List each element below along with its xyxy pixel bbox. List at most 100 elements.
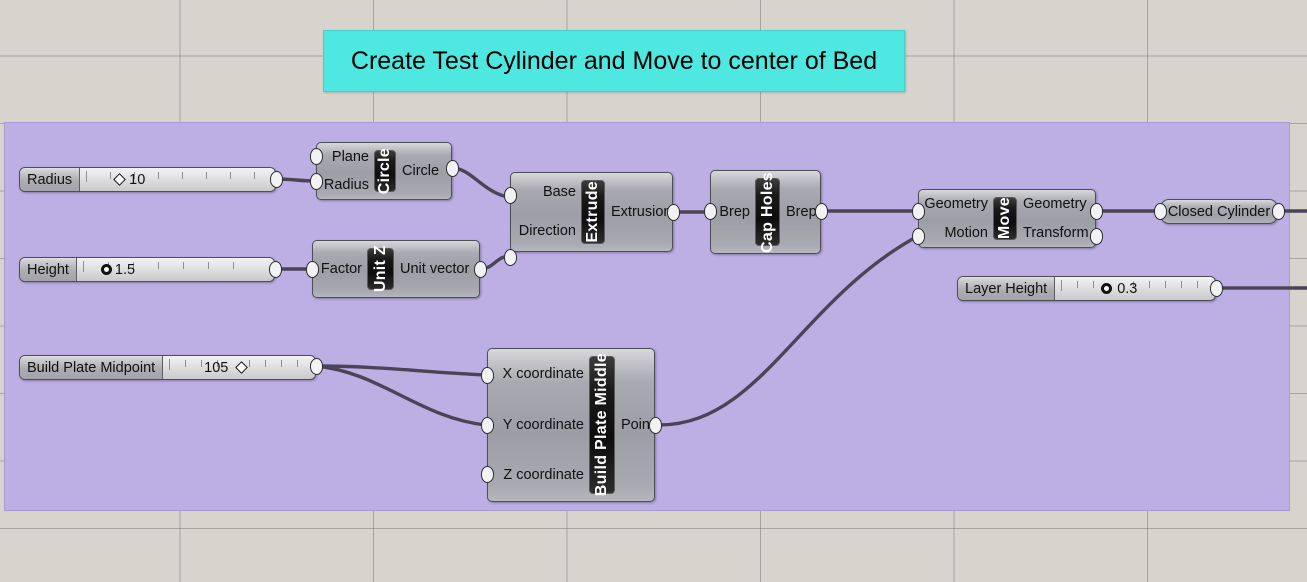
grasshopper-canvas[interactable]: Create Test Cylinder and Move to center … (0, 0, 1307, 582)
slider-layer-height-track[interactable]: 0.3 (1055, 277, 1215, 300)
port-x-coordinate[interactable]: X coordinate (503, 367, 584, 382)
tick (169, 359, 171, 370)
grip-bpm-point-out[interactable] (649, 417, 662, 434)
component-cap-holes[interactable]: Brep Cap Holes Brep (710, 170, 821, 254)
component-circle-inputs: Plane Radius (317, 143, 374, 199)
grip-circle-radius-in[interactable] (310, 173, 323, 190)
slider-layer-height-output-grip[interactable] (1210, 280, 1223, 297)
grip-closed-cylinder-in[interactable] (1154, 203, 1167, 220)
component-circle[interactable]: Plane Radius Circle Circle (316, 142, 452, 200)
slider-height-knob[interactable] (100, 264, 112, 275)
grip-cap-holes-brep-in[interactable] (704, 203, 717, 220)
grip-closed-cylinder-out[interactable] (1272, 203, 1285, 220)
slider-layer-height-label: Layer Height (958, 277, 1056, 300)
group-title-text: Create Test Cylinder and Move to center … (350, 46, 878, 75)
port-brep-in[interactable]: Brep (719, 205, 750, 220)
slider-build-plate-midpoint-knob[interactable] (235, 361, 249, 374)
port-plane[interactable]: Plane (332, 150, 369, 165)
grip-move-geometry-out[interactable] (1090, 203, 1103, 220)
grip-bpm-z-in[interactable] (481, 466, 494, 483)
grip-bpm-x-in[interactable] (481, 367, 494, 384)
port-direction[interactable]: Direction (519, 224, 576, 239)
slider-height-output-grip[interactable] (269, 261, 282, 278)
tick (297, 360, 299, 367)
grip-circle-circle-out[interactable] (446, 160, 459, 177)
slider-radius-value: 10 (129, 171, 146, 188)
port-extrusion-out[interactable]: Extrusion (611, 205, 671, 220)
component-unit-z[interactable]: Factor Unit Z Unit vector (312, 240, 480, 298)
tick (157, 262, 159, 269)
tick (1181, 281, 1183, 288)
port-geometry-in[interactable]: Geometry (924, 197, 988, 212)
port-geometry-out[interactable]: Geometry (1023, 197, 1087, 212)
slider-build-plate-midpoint-output-grip[interactable] (310, 358, 323, 375)
port-z-coordinate[interactable]: Z coordinate (503, 468, 584, 483)
component-build-plate-middle-namebar: Build Plate Middle (588, 353, 615, 497)
tick (82, 261, 84, 272)
tick (201, 360, 203, 367)
tick (265, 360, 267, 367)
tick (1093, 281, 1095, 288)
param-closed-cylinder[interactable]: Closed Cylinder (1160, 199, 1278, 224)
tick (86, 171, 88, 182)
grip-move-motion-in[interactable] (912, 228, 925, 245)
slider-build-plate-midpoint-label: Build Plate Midpoint (20, 356, 164, 379)
slider-layer-height-value: 0.3 (1117, 280, 1138, 297)
grip-unit-z-vector-out[interactable] (474, 261, 487, 278)
grip-unit-z-factor-in[interactable] (306, 261, 319, 278)
grip-extrude-direction-in[interactable] (504, 249, 517, 266)
tick (232, 262, 234, 269)
component-cap-holes-outputs: Brep (780, 171, 817, 253)
slider-build-plate-midpoint[interactable]: Build Plate Midpoint 105 (19, 355, 316, 380)
slider-radius-track[interactable]: 10 (80, 168, 275, 191)
grip-circle-plane-in[interactable] (310, 148, 323, 165)
component-move[interactable]: Geometry Motion Move Geometry Transform (918, 189, 1096, 248)
grip-move-geometry-in[interactable] (912, 203, 925, 220)
slider-layer-height[interactable]: Layer Height 0.3 (957, 276, 1216, 301)
port-base[interactable]: Base (543, 185, 576, 200)
slider-build-plate-midpoint-track[interactable]: 105 (163, 356, 315, 379)
port-circle-out[interactable]: Circle (402, 164, 439, 179)
port-y-coordinate[interactable]: Y coordinate (503, 418, 584, 433)
grip-move-transform-out[interactable] (1090, 228, 1103, 245)
grip-extrude-base-in[interactable] (504, 187, 517, 204)
component-unit-z-inputs: Factor (313, 241, 367, 297)
slider-height-track[interactable]: 1.5 (76, 258, 274, 281)
slider-radius-label: Radius (20, 168, 81, 191)
tick (281, 360, 283, 367)
grip-cap-holes-brep-out[interactable] (815, 203, 828, 220)
slider-radius[interactable]: Radius 10 (19, 167, 276, 192)
component-move-namebar: Move (993, 197, 1017, 240)
slider-height[interactable]: Height 1.5 (19, 257, 275, 282)
group-title-banner[interactable]: Create Test Cylinder and Move to center … (323, 30, 905, 92)
slider-height-value: 1.5 (114, 261, 136, 278)
slider-radius-knob[interactable] (113, 173, 127, 186)
port-motion-in[interactable]: Motion (944, 225, 988, 241)
tick (185, 360, 187, 367)
component-extrude-namebar: Extrude (581, 180, 605, 244)
component-cap-holes-inputs: Brep (711, 171, 755, 253)
component-build-plate-middle[interactable]: X coordinate Y coordinate Z coordinate B… (487, 348, 655, 502)
port-factor[interactable]: Factor (321, 262, 362, 277)
tick (158, 172, 160, 179)
slider-radius-output-grip[interactable] (270, 171, 283, 188)
port-unit-vector-out[interactable]: Unit vector (400, 262, 469, 277)
tick (1061, 280, 1063, 291)
tick (1197, 281, 1199, 288)
component-circle-namebar: Circle (374, 148, 396, 194)
component-extrude[interactable]: Base Direction Extrude Extrusion (510, 172, 673, 252)
slider-layer-height-knob[interactable] (1101, 283, 1113, 294)
tick (110, 172, 112, 179)
component-unit-z-namebar: Unit Z (367, 245, 394, 293)
grip-bpm-y-in[interactable] (481, 417, 494, 434)
component-extrude-inputs: Base Direction (511, 173, 581, 251)
component-unit-z-outputs: Unit vector (394, 241, 469, 297)
tick (207, 262, 209, 269)
port-radius[interactable]: Radius (324, 178, 369, 193)
port-brep-out[interactable]: Brep (786, 205, 817, 220)
tick (182, 172, 184, 179)
tick (254, 172, 256, 179)
grip-extrude-extrusion-out[interactable] (667, 204, 680, 221)
port-transform-out[interactable]: Transform (1023, 225, 1089, 241)
slider-height-label: Height (20, 258, 77, 281)
